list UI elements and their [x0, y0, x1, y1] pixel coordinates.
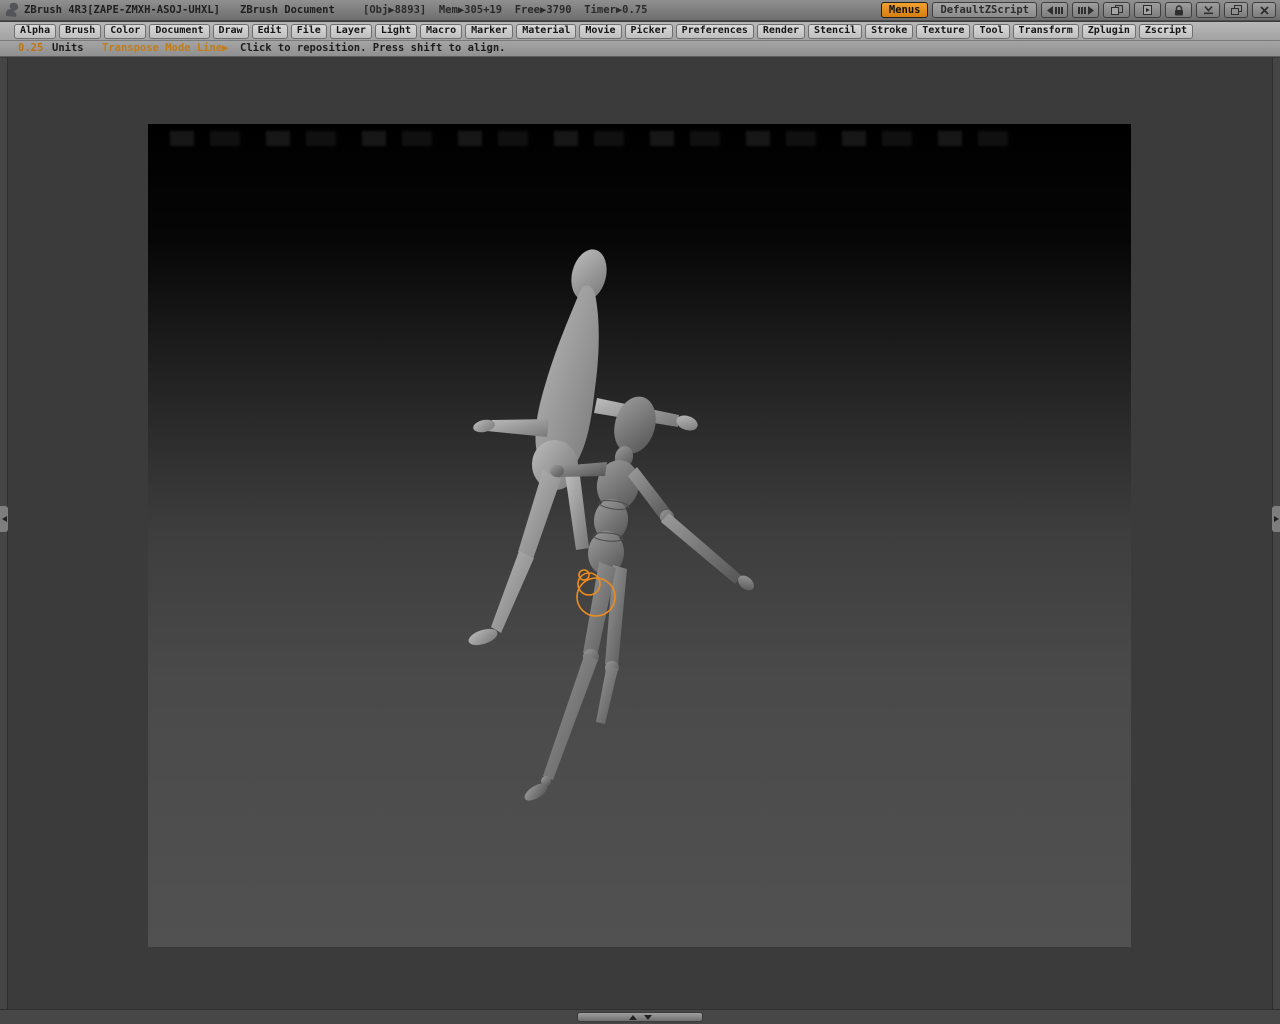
units-label: Units: [52, 42, 84, 54]
menu-item-zscript[interactable]: Zscript: [1138, 23, 1194, 39]
right-tray-toggle[interactable]: [1272, 506, 1280, 532]
menu-item-document[interactable]: Document: [149, 23, 210, 39]
restore-icon: [1230, 5, 1242, 15]
fg-figure-front-shin: [543, 653, 598, 780]
menu-item-stencil[interactable]: Stencil: [808, 23, 863, 39]
left-tray-toggle[interactable]: [0, 506, 8, 532]
bottom-tray-bar: [0, 1009, 1280, 1024]
document-export-icon: [1142, 5, 1152, 15]
status-bar: 0.25 Units Transpose Mode Line▶ Click to…: [0, 41, 1280, 57]
scene-3d-view[interactable]: [148, 124, 1131, 947]
right-tray-rail: [1272, 58, 1280, 1024]
default-zscript-button[interactable]: DefaultZScript: [932, 2, 1037, 18]
transpose-mode-label: Transpose Mode Line▶: [102, 42, 229, 54]
titlebar-controls: Menus DefaultZScript: [880, 2, 1276, 18]
menu-item-layer[interactable]: Layer: [329, 23, 372, 39]
menu-item-light[interactable]: Light: [374, 23, 417, 39]
close-icon: [1259, 5, 1269, 15]
menu-item-render[interactable]: Render: [756, 23, 805, 39]
menu-item-marker[interactable]: Marker: [465, 23, 514, 39]
menu-item-picker[interactable]: Picker: [624, 23, 673, 39]
menu-item-brush[interactable]: Brush: [59, 23, 102, 39]
left-tray-rail: [0, 58, 8, 1024]
menu-item-macro[interactable]: Macro: [420, 23, 463, 39]
workspace-background[interactable]: [0, 58, 1280, 1024]
bg-figure-left-thigh: [518, 470, 561, 559]
menu-item-zplugin[interactable]: Zplugin: [1081, 23, 1136, 39]
menus-button[interactable]: Menus: [880, 2, 929, 18]
units-value: 0.25: [18, 42, 44, 54]
menu-item-tool[interactable]: Tool: [973, 23, 1010, 39]
fg-figure-back-shin: [596, 664, 618, 724]
arrow-down-icon: [643, 1014, 652, 1020]
menu-item-preferences[interactable]: Preferences: [675, 23, 754, 39]
fg-figure-head: [614, 396, 656, 454]
menu-item-stroke[interactable]: Stroke: [865, 23, 914, 39]
right-arrow-icon: [1273, 516, 1279, 522]
document-copy-button[interactable]: [1103, 2, 1130, 18]
menu-item-color[interactable]: Color: [104, 23, 147, 39]
document-copy-icon: [1110, 5, 1123, 15]
document-canvas[interactable]: [148, 124, 1131, 947]
left-arrow-icon: [1, 516, 7, 522]
title-bar: ZBrush 4R3[ZAPE-ZMXH-ASOJ-UHXL] ZBrush D…: [0, 0, 1280, 21]
minimize-button[interactable]: [1196, 2, 1220, 18]
bg-figure-right-thigh: [565, 474, 589, 550]
document-title: ZBrush Document: [240, 4, 335, 16]
lock-icon: [1174, 4, 1183, 15]
tray-scroll-right-button[interactable]: [1072, 2, 1099, 18]
menu-item-transform[interactable]: Transform: [1012, 23, 1079, 39]
app-title: ZBrush 4R3[ZAPE-ZMXH-ASOJ-UHXL]: [24, 4, 220, 16]
menu-item-file[interactable]: File: [290, 23, 327, 39]
restore-button[interactable]: [1224, 2, 1248, 18]
minimize-icon: [1203, 5, 1213, 15]
menu-item-movie[interactable]: Movie: [579, 23, 622, 39]
menu-item-draw[interactable]: Draw: [212, 23, 249, 39]
background-mannequin[interactable]: [467, 246, 679, 649]
status-hint: Click to reposition. Press shift to alig…: [240, 42, 506, 54]
session-stats: [Obj▶8893] Mem▶305+19 Free▶3790 Timer▶0.…: [363, 4, 648, 16]
fg-figure-right-forearm: [661, 513, 742, 584]
menu-bar: Alpha Brush Color Document Draw Edit Fil…: [0, 22, 1280, 41]
close-button[interactable]: [1252, 2, 1276, 18]
menu-item-texture[interactable]: Texture: [916, 23, 971, 39]
bg-figure-left-arm: [487, 419, 549, 437]
arrow-up-icon: [628, 1014, 637, 1020]
scroll-left-icon: [1046, 5, 1063, 15]
tray-scroll-left-button[interactable]: [1041, 2, 1068, 18]
fg-figure-left-elbow: [550, 465, 564, 477]
document-export-button[interactable]: [1134, 2, 1161, 18]
menu-item-edit[interactable]: Edit: [251, 23, 288, 39]
scroll-right-icon: [1077, 5, 1094, 15]
lock-button[interactable]: [1165, 2, 1192, 18]
menu-item-alpha[interactable]: Alpha: [14, 23, 57, 39]
menu-item-material[interactable]: Material: [516, 23, 577, 39]
bottom-tray-toggle[interactable]: [577, 1012, 703, 1022]
bg-figure-left-shin: [491, 551, 534, 633]
